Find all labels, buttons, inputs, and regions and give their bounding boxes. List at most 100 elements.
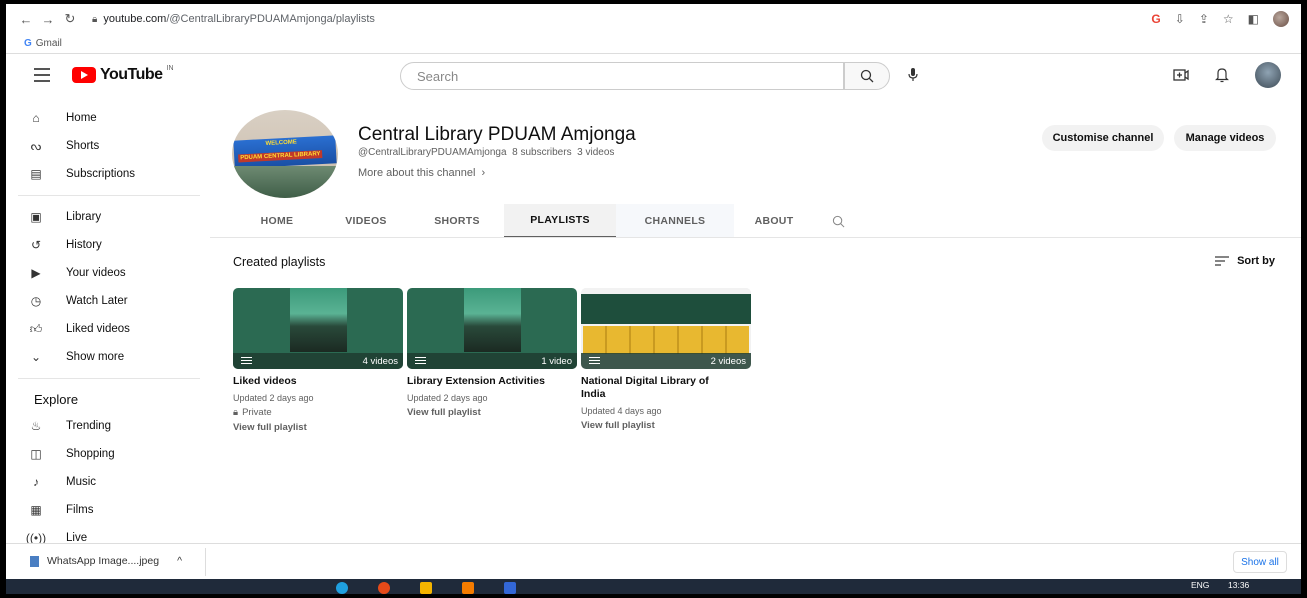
playlist-thumbnail[interactable]: 4 videos <box>233 288 403 369</box>
sidebar-item-your-videos[interactable]: ▶ Your videos <box>6 259 210 287</box>
sidebar-item-watch-later[interactable]: ◷ Watch Later <box>6 287 210 315</box>
share-icon[interactable]: ⇪ <box>1199 12 1209 26</box>
playlist-thumbnail[interactable]: 1 video <box>407 288 577 369</box>
image-file-icon <box>30 555 39 567</box>
taskbar-language[interactable]: ENG <box>1191 580 1209 590</box>
sidebar-item-library[interactable]: ▣ Library <box>6 203 210 231</box>
view-full-playlist-link[interactable]: View full playlist <box>233 422 403 433</box>
playlist-title[interactable]: Library Extension Activities <box>407 375 557 388</box>
taskbar-app-icon[interactable] <box>336 582 348 594</box>
bookmark-gmail[interactable]: Gmail <box>36 38 62 49</box>
browser-profile-avatar[interactable] <box>1273 11 1289 27</box>
playlist-updated: Updated 4 days ago <box>581 406 662 416</box>
search-input[interactable]: Search <box>400 62 844 90</box>
address-bar[interactable]: youtube.com/@CentralLibraryPDUAMAmjonga/… <box>103 13 375 25</box>
tab-videos[interactable]: VIDEOS <box>322 204 410 238</box>
sidebar-item-liked-videos[interactable]: 👍︎ Liked videos <box>6 315 210 343</box>
sidebar-item-films[interactable]: ▦ Films <box>6 496 210 524</box>
your-videos-icon: ▶ <box>31 266 41 280</box>
channel-tabs: HOME VIDEOS SHORTS PLAYLISTS CHANNELS AB… <box>232 204 862 238</box>
playlist-thumbnail[interactable]: 2 videos <box>581 288 751 369</box>
thumbnail-overlay: 1 video <box>407 353 577 369</box>
sidebar-item-trending[interactable]: ♨ Trending <box>6 412 210 440</box>
sort-icon <box>1215 256 1230 266</box>
back-icon[interactable]: ← <box>16 12 36 27</box>
install-icon[interactable]: ⇩ <box>1175 12 1185 26</box>
logo-text: YouTube <box>100 66 163 83</box>
notifications-bell-icon[interactable] <box>1215 67 1229 83</box>
sidebar-item-show-more[interactable]: ⌄ Show more <box>6 343 210 371</box>
sort-label: Sort by <box>1237 255 1275 267</box>
avatar-banner-text: WELCOME <box>265 139 298 148</box>
sidebar-item-label: Subscriptions <box>66 168 136 180</box>
browser-actions: G ⇩ ⇪ ☆ ◧ <box>1151 11 1289 27</box>
thumbnail-image <box>290 288 347 352</box>
bookmark-star-icon[interactable]: ☆ <box>1223 12 1234 26</box>
sidebar-item-shorts[interactable]: ᔓ Shorts <box>6 132 210 160</box>
channel-search-icon[interactable] <box>814 204 862 238</box>
music-icon: ♪ <box>33 475 39 489</box>
taskbar-app-icon[interactable] <box>462 582 474 594</box>
sidebar-divider <box>18 195 200 196</box>
sidebar-item-shopping[interactable]: ◫ Shopping <box>6 440 210 468</box>
view-full-playlist-link[interactable]: View full playlist <box>407 407 577 418</box>
playlist-card[interactable]: 2 videos National Digital Library of Ind… <box>581 288 751 431</box>
video-count-badge: 4 videos <box>362 355 398 367</box>
playlist-card[interactable]: 4 videos Liked videos Updated 2 days ago… <box>233 288 403 433</box>
taskbar-clock[interactable]: 13:36 <box>1228 580 1249 590</box>
taskbar-app-icon[interactable] <box>378 582 390 594</box>
sort-by-button[interactable]: Sort by <box>1215 255 1275 267</box>
create-video-icon[interactable] <box>1173 68 1189 82</box>
avatar-background <box>232 166 338 198</box>
manage-videos-button[interactable]: Manage videos <box>1174 125 1276 151</box>
tab-playlists[interactable]: PLAYLISTS <box>504 204 616 238</box>
playlist-card[interactable]: 1 video Library Extension Activities Upd… <box>407 288 577 418</box>
side-panel-icon[interactable]: ◧ <box>1248 12 1259 26</box>
region-code: IN <box>166 64 174 72</box>
thumbnail-website-grid <box>583 326 749 354</box>
sidebar-item-label: Shopping <box>66 448 115 460</box>
playlist-title[interactable]: Liked videos <box>233 375 383 388</box>
playlist-title[interactable]: National Digital Library of India <box>581 375 731 401</box>
tab-home[interactable]: HOME <box>232 204 322 238</box>
search-button[interactable] <box>844 62 890 90</box>
microphone-icon[interactable] <box>908 68 918 87</box>
sidebar-item-label: Trending <box>66 420 111 432</box>
history-icon: ↺ <box>30 238 42 252</box>
playlist-icon <box>241 356 252 366</box>
chevron-up-icon[interactable]: ^ <box>177 555 182 567</box>
show-all-downloads-button[interactable]: Show all <box>1233 551 1287 573</box>
browser-window: ← → ↻ 🔒︎ youtube.com/@CentralLibraryPDUA… <box>6 4 1301 594</box>
chevron-right-icon: › <box>481 167 486 179</box>
sidebar-item-music[interactable]: ♪ Music <box>6 468 210 496</box>
forward-icon[interactable]: → <box>38 12 58 27</box>
tab-shorts[interactable]: SHORTS <box>410 204 504 238</box>
customise-channel-button[interactable]: Customise channel <box>1042 125 1164 151</box>
sidebar-item-subscriptions[interactable]: ▤ Subscriptions <box>6 160 210 188</box>
reload-icon[interactable]: ↻ <box>60 11 80 27</box>
more-about-channel-link[interactable]: More about this channel › <box>358 167 485 179</box>
menu-icon[interactable] <box>34 68 50 86</box>
tab-channels[interactable]: CHANNELS <box>616 204 734 238</box>
home-icon: ⌂ <box>32 111 40 125</box>
sidebar-item-history[interactable]: ↺ History <box>6 231 210 259</box>
google-lens-icon[interactable]: G <box>1151 12 1160 26</box>
youtube-logo[interactable]: YouTube IN <box>72 64 174 84</box>
account-avatar[interactable] <box>1255 62 1281 88</box>
playlist-updated: Updated 2 days ago <box>233 393 314 403</box>
taskbar-app-icon[interactable] <box>504 582 516 594</box>
lock-icon[interactable]: 🔒︎ <box>92 14 97 25</box>
channel-avatar[interactable]: WELCOME PDUAM CENTRAL LIBRARY <box>232 110 338 198</box>
chevron-down-icon: ⌄ <box>30 350 42 364</box>
sidebar-item-home[interactable]: ⌂ Home <box>6 104 210 132</box>
download-item[interactable]: WhatsApp Image....jpeg ^ <box>30 555 182 567</box>
header-actions <box>1173 62 1281 88</box>
channel-handle: @CentralLibraryPDUAMAmjonga <box>358 147 507 158</box>
films-icon: ▦ <box>30 503 42 517</box>
youtube-play-icon <box>72 67 96 83</box>
channel-name: Central Library PDUAM Amjonga <box>358 124 636 145</box>
taskbar-app-icon[interactable] <box>420 582 432 594</box>
tab-about[interactable]: ABOUT <box>734 204 814 238</box>
bookmarks-bar: G Gmail <box>6 34 1301 54</box>
view-full-playlist-link[interactable]: View full playlist <box>581 420 751 431</box>
